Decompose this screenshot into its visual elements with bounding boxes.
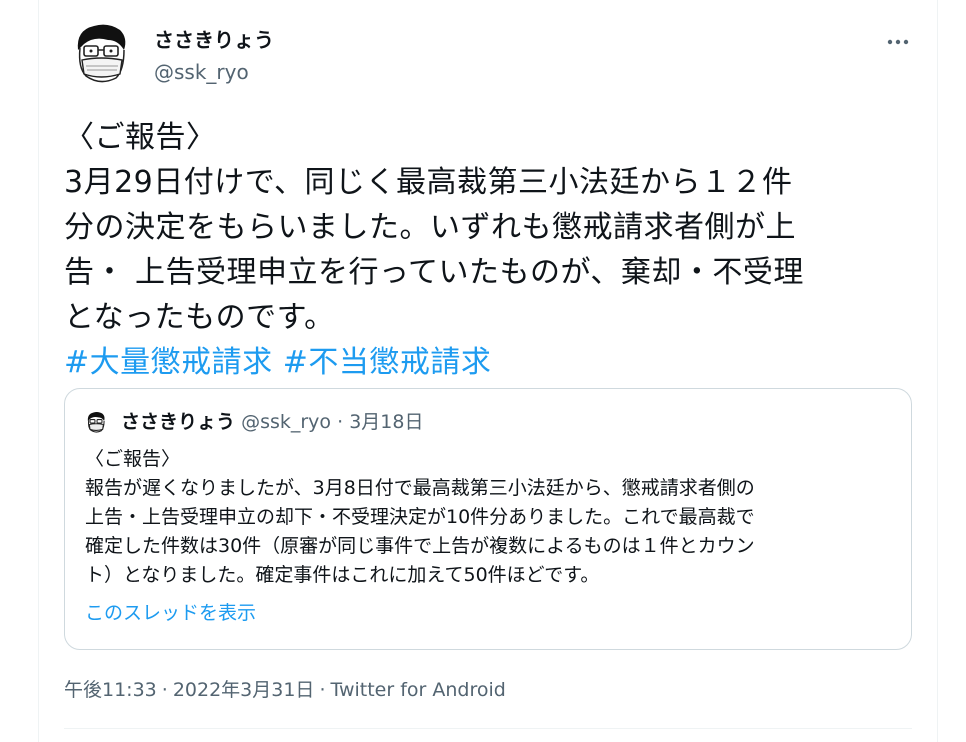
author-display-name[interactable]: ささきりょう	[154, 28, 274, 52]
tweet-line: 分の決定をもらいました。いずれも懲戒請求者側が上	[64, 210, 796, 245]
quoted-author-display-name[interactable]: ささきりょう	[121, 411, 235, 433]
tweet-line: となったものです。	[64, 300, 335, 335]
author-avatar[interactable]	[64, 16, 138, 90]
divider	[64, 728, 912, 729]
meta-separator: ·	[319, 679, 326, 701]
author-handle[interactable]: @ssk_ryo	[154, 60, 249, 84]
quoted-tweet-header: ささきりょう @ssk_ryo · 3月18日	[121, 409, 423, 435]
quoted-tweet-line: 報告が遅くなりましたが、3月8日付で最高裁第三小法廷から、懲戒請求者側の	[85, 477, 755, 499]
tweet-source[interactable]: Twitter for Android	[330, 679, 505, 701]
quoted-tweet-card[interactable]: ささきりょう @ssk_ryo · 3月18日 〈ご報告〉 報告が遅くなりました…	[64, 388, 912, 650]
quoted-author-avatar[interactable]	[83, 409, 109, 435]
tweet-text: 〈ご報告〉 3月29日付けで、同じく最高裁第三小法廷から１２件 分の決定をもらい…	[64, 115, 912, 385]
quoted-tweet-line: ト）となりました。確定事件はこれに加えて50件ほどです。	[85, 564, 600, 586]
quoted-tweet-line: 確定した件数は30件（原審が同じ事件で上告が複数によるものは１件とカウン	[85, 535, 755, 557]
quoted-separator: ·	[337, 411, 344, 433]
quoted-tweet-text: 〈ご報告〉 報告が遅くなりましたが、3月8日付で最高裁第三小法廷から、懲戒請求者…	[85, 445, 900, 590]
tweet-line: 〈ご報告〉	[64, 120, 217, 155]
meta-separator: ·	[161, 679, 168, 701]
hashtag-line: #大量懲戒請求 #不当懲戒請求	[64, 340, 912, 385]
tweet-meta: 午後11:33 · 2022年3月31日 · Twitter for Android	[64, 677, 506, 703]
show-thread-link[interactable]: このスレッドを表示	[85, 599, 256, 627]
quoted-tweet-date[interactable]: 3月18日	[349, 411, 423, 433]
quoted-tweet-line: 〈ご報告〉	[85, 448, 181, 470]
hashtag-link[interactable]: #大量懲戒請求	[64, 345, 273, 380]
hashtag-link[interactable]: #不当懲戒請求	[283, 345, 492, 380]
quoted-author-handle: @ssk_ryo	[241, 411, 332, 433]
more-horizontal-icon	[887, 39, 909, 45]
tweet-line: 3月29日付けで、同じく最高裁第三小法廷から１２件	[64, 165, 793, 200]
more-button[interactable]	[880, 28, 916, 56]
tweet-date[interactable]: 2022年3月31日	[173, 679, 315, 701]
quoted-tweet-line: 上告・上告受理申立の却下・不受理決定が10件分ありました。これで最高裁で	[85, 506, 755, 528]
tweet-time[interactable]: 午後11:33	[64, 679, 157, 701]
tweet-line: 告・ 上告受理申立を行っていたものが、棄却・不受理	[64, 255, 804, 290]
